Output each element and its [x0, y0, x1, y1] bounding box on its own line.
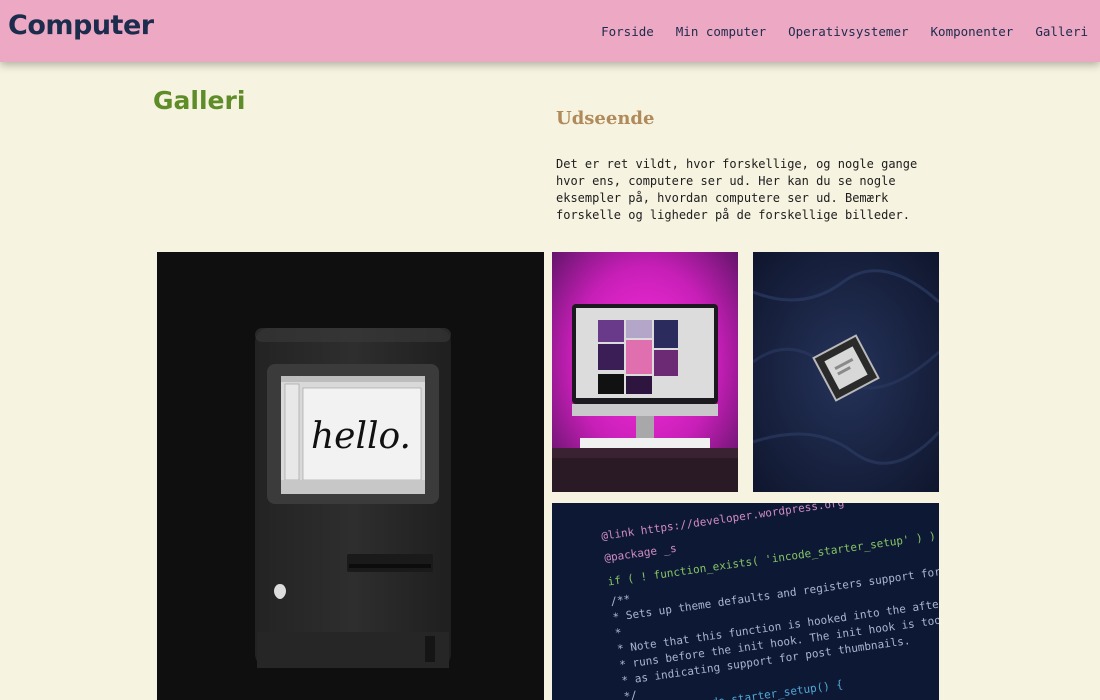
page-title: Galleri: [153, 86, 246, 115]
gallery-photo-code: @link https://developer.wordpress.org @p…: [552, 503, 939, 700]
mac-screen-text: hello.: [311, 416, 411, 457]
gallery-photo-cpu: [753, 252, 939, 492]
nav-item-operativsystemer[interactable]: Operativsystemer: [788, 24, 908, 39]
nav-item-min-computer[interactable]: Min computer: [676, 24, 766, 39]
intro-paragraph: Det er ret vildt, hvor forskellige, og n…: [556, 157, 918, 222]
section-subtitle: Udseende: [556, 108, 655, 129]
nav-item-galleri[interactable]: Galleri: [1035, 24, 1088, 39]
gallery-photo-macintosh: hello.: [157, 252, 544, 700]
nav-item-forside[interactable]: Forside: [601, 24, 654, 39]
site-header: Computer Forside Min computer Operativsy…: [0, 0, 1100, 62]
site-logo[interactable]: Computer: [8, 10, 154, 41]
nav-item-komponenter[interactable]: Komponenter: [931, 24, 1014, 39]
main-nav: Forside Min computer Operativsystemer Ko…: [601, 24, 1088, 39]
gallery-photo-imac: [552, 252, 738, 492]
